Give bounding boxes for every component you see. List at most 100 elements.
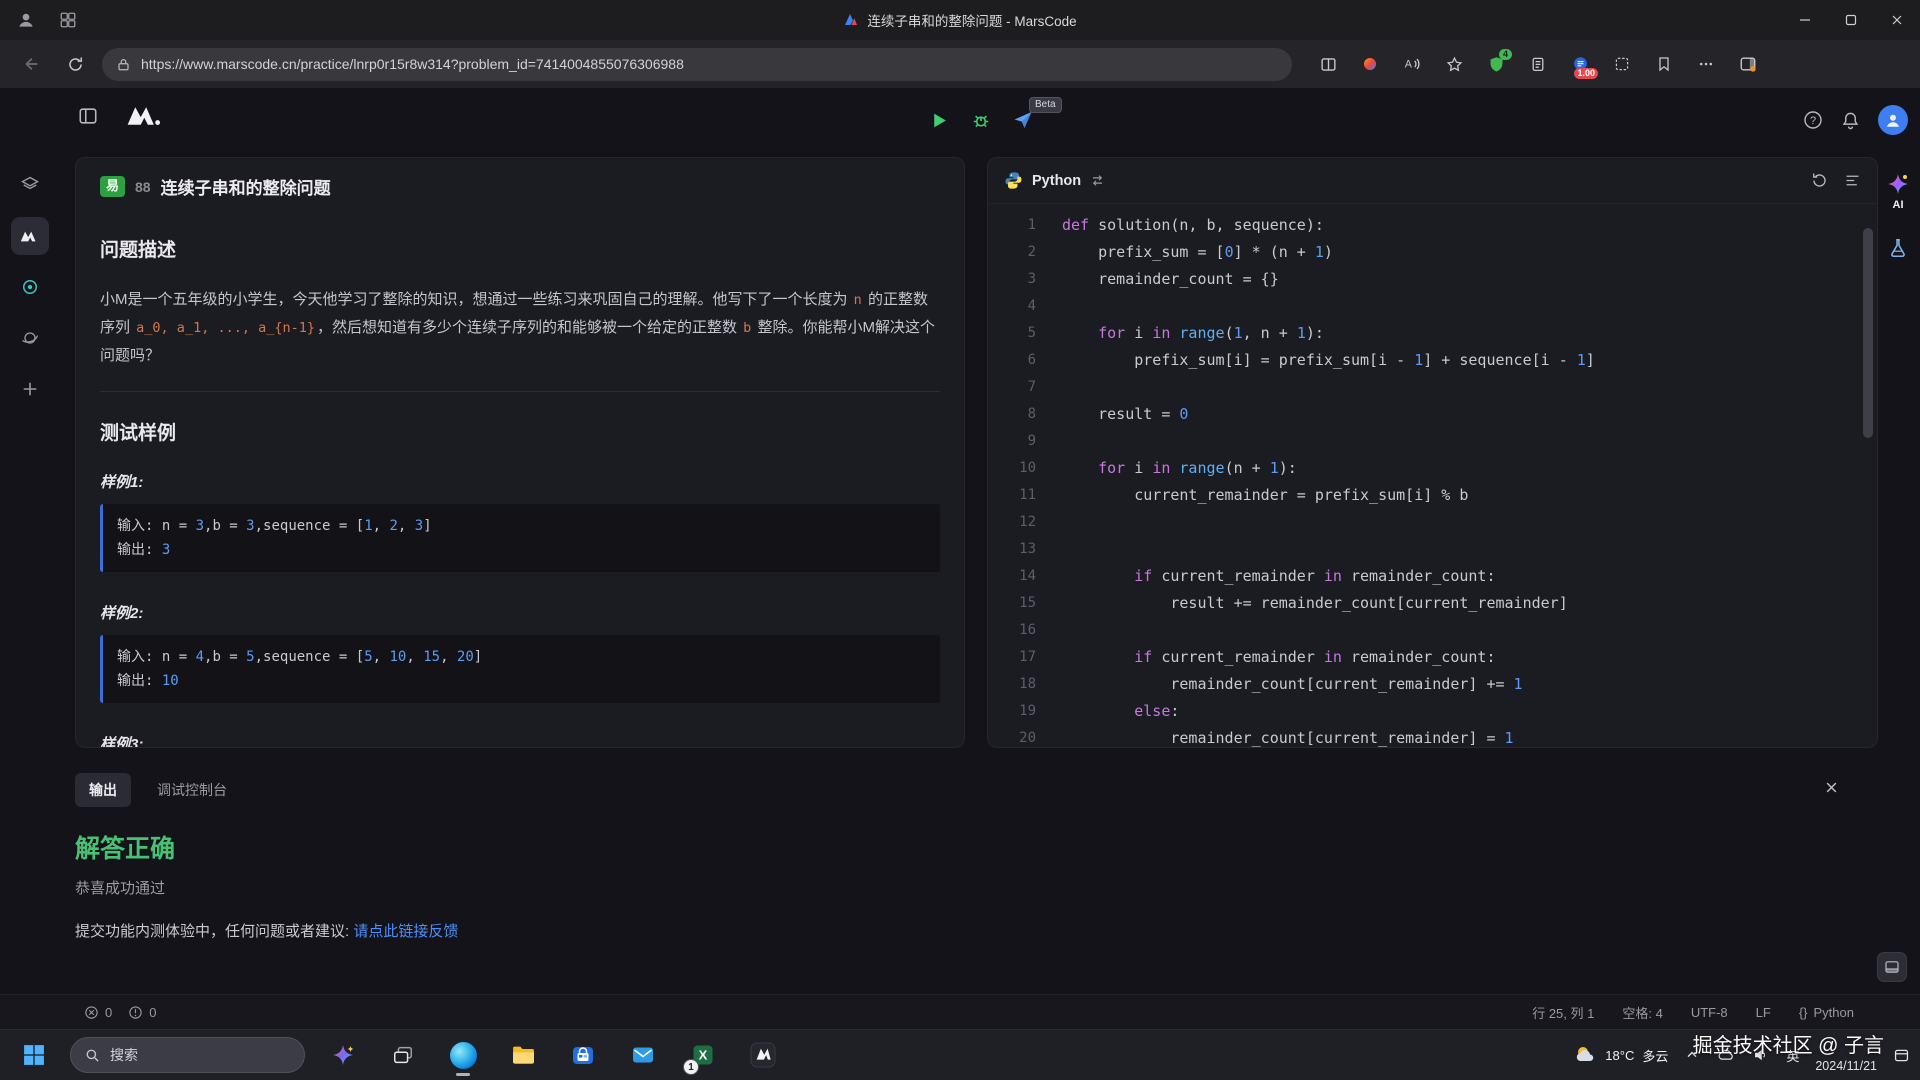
problems-status[interactable]: 0 0 — [84, 1005, 166, 1020]
code-line[interactable]: 14 if current_remainder in remainder_cou… — [988, 563, 1877, 590]
ring-icon — [20, 277, 40, 297]
marscode-logo — [124, 104, 164, 128]
code-line[interactable]: 9 — [988, 428, 1877, 455]
grid-icon — [59, 11, 77, 29]
line-number: 12 — [988, 509, 1036, 536]
clipboard-icon — [1530, 56, 1546, 72]
workspaces-icon[interactable] — [54, 6, 82, 34]
adguard-button[interactable]: 4 — [1478, 47, 1514, 81]
taskbar-copilot[interactable] — [321, 1033, 365, 1077]
sidebar-item-community[interactable] — [11, 319, 49, 357]
capture-button[interactable] — [1604, 47, 1640, 81]
notes-button[interactable] — [1520, 47, 1556, 81]
collapse-sidebar-button[interactable] — [78, 106, 98, 126]
taskbar-mail[interactable] — [621, 1033, 665, 1077]
editor-header: Python — [988, 158, 1877, 204]
address-bar[interactable]: https://www.marscode.cn/practice/lnrp0r1… — [102, 48, 1292, 81]
code-line[interactable]: 5 for i in range(1, n + 1): — [988, 320, 1877, 347]
code-line[interactable]: 20 remainder_count[current_remainder] = … — [988, 725, 1877, 747]
maximize-button[interactable] — [1828, 0, 1874, 40]
code-line[interactable]: 3 remainder_count = {} — [988, 266, 1877, 293]
toggle-panel-button[interactable] — [1877, 952, 1907, 982]
code-line[interactable]: 13 — [988, 536, 1877, 563]
code-line[interactable]: 11 current_remainder = prefix_sum[i] % b — [988, 482, 1877, 509]
more-menu-button[interactable] — [1688, 47, 1724, 81]
code-line[interactable]: 1def solution(n, b, sequence): — [988, 212, 1877, 239]
favorite-star-button[interactable] — [1436, 47, 1472, 81]
taskbar-search[interactable]: 搜索 — [70, 1037, 305, 1073]
debug-button[interactable] — [971, 110, 991, 130]
browser-toolbar: https://www.marscode.cn/practice/lnrp0r1… — [0, 40, 1920, 88]
switch-language-button[interactable] — [1090, 173, 1105, 188]
taskbar-excel[interactable]: X 1 — [681, 1033, 725, 1077]
taskbar-store[interactable] — [561, 1033, 605, 1077]
tab-output[interactable]: 输出 — [75, 773, 131, 807]
browser-profile-icon[interactable] — [12, 6, 40, 34]
back-button[interactable] — [14, 47, 48, 81]
editor-language: Python — [1032, 173, 1081, 189]
debug-bug-icon — [971, 110, 991, 130]
tab-debug-console[interactable]: 调试控制台 — [157, 780, 227, 800]
code-line[interactable]: 17 if current_remainder in remainder_cou… — [988, 644, 1877, 671]
split-screen-button[interactable] — [1310, 47, 1346, 81]
code-line[interactable]: 18 remainder_count[current_remainder] +=… — [988, 671, 1877, 698]
taskbar-file-explorer[interactable] — [501, 1033, 545, 1077]
line-number: 16 — [988, 617, 1036, 644]
taskbar-weather[interactable]: 18°C 多云 — [1573, 1043, 1668, 1067]
sidebar-item-practice[interactable] — [11, 217, 49, 255]
read-aloud-button[interactable]: A — [1394, 47, 1430, 81]
notification-center-icon[interactable] — [1893, 1047, 1910, 1064]
code-line[interactable]: 19 else: — [988, 698, 1877, 725]
taskbar-edge[interactable] — [441, 1033, 485, 1077]
eol-setting[interactable]: LF — [1756, 1005, 1771, 1020]
lab-button[interactable] — [1887, 237, 1909, 259]
code-line[interactable]: 6 prefix_sum[i] = prefix_sum[i - 1] + se… — [988, 347, 1877, 374]
close-output-button[interactable] — [1819, 775, 1843, 799]
sample-1-input: 输入: n = 3,b = 3,sequence = [1, 2, 3] — [117, 514, 926, 538]
code-line[interactable]: 8 result = 0 — [988, 401, 1877, 428]
code-line[interactable]: 7 — [988, 374, 1877, 401]
reset-code-button[interactable] — [1811, 172, 1828, 189]
feedback-link[interactable]: 请点此链接反馈 — [353, 923, 458, 940]
price-tracker-button[interactable]: 1.00 — [1562, 47, 1598, 81]
code-line[interactable]: 15 result += remainder_count[current_rem… — [988, 590, 1877, 617]
panel-bottom-icon — [1884, 959, 1900, 975]
code-line[interactable]: 2 prefix_sum = [0] * (n + 1) — [988, 239, 1877, 266]
format-code-button[interactable] — [1844, 172, 1861, 189]
notification-button[interactable] — [1841, 111, 1860, 130]
collections-button[interactable] — [1646, 47, 1682, 81]
add-project-button[interactable] — [11, 370, 49, 408]
sidebar-item-courses[interactable] — [11, 166, 49, 204]
line-number: 13 — [988, 536, 1036, 563]
start-button[interactable] — [14, 1033, 54, 1077]
indent-setting[interactable]: 空格: 4 — [1622, 1003, 1662, 1022]
refresh-button[interactable] — [58, 47, 92, 81]
ai-assistant-button[interactable]: AI — [1886, 172, 1910, 211]
taskbar-task-view[interactable] — [381, 1033, 425, 1077]
ai-label: AI — [1893, 199, 1904, 211]
samples-heading: 测试样例 — [100, 418, 940, 445]
cursor-position[interactable]: 行 25, 列 1 — [1532, 1003, 1594, 1022]
copilot-sidebar-button[interactable] — [1730, 47, 1766, 81]
line-number: 4 — [988, 293, 1036, 320]
code-editor[interactable]: 1def solution(n, b, sequence):2 prefix_s… — [988, 206, 1877, 747]
encoding[interactable]: UTF-8 — [1691, 1005, 1728, 1020]
taskbar-marscode[interactable] — [741, 1033, 785, 1077]
language-mode[interactable]: {} Python — [1799, 1005, 1854, 1020]
submit-button[interactable]: Beta — [1013, 110, 1033, 130]
close-button[interactable] — [1874, 0, 1920, 40]
back-arrow-icon — [22, 55, 40, 73]
beta-badge: Beta — [1029, 97, 1062, 113]
minimize-button[interactable] — [1782, 0, 1828, 40]
user-avatar[interactable] — [1878, 105, 1908, 135]
editor-scrollbar[interactable] — [1863, 228, 1873, 438]
help-button[interactable]: ? — [1803, 110, 1823, 130]
code-line[interactable]: 16 — [988, 617, 1877, 644]
code-line[interactable]: 12 — [988, 509, 1877, 536]
code-line[interactable]: 10 for i in range(n + 1): — [988, 455, 1877, 482]
code-line[interactable]: 4 — [988, 293, 1877, 320]
extension-button[interactable] — [1352, 47, 1388, 81]
run-button[interactable] — [930, 111, 949, 130]
sidebar-item-explore[interactable] — [11, 268, 49, 306]
warnings-count: 0 — [149, 1005, 156, 1020]
